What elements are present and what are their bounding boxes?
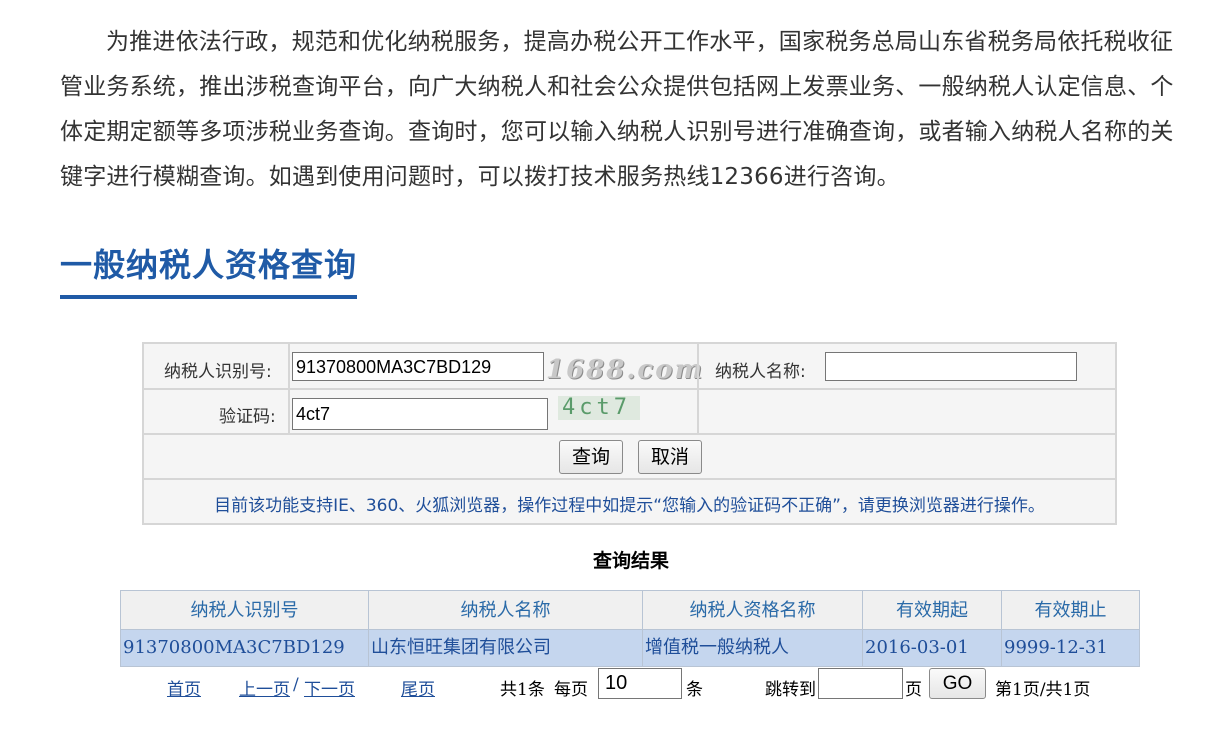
query-button[interactable]: 查询 bbox=[559, 440, 623, 474]
captcha-input[interactable]: 4ct7 bbox=[292, 398, 548, 430]
per-page-label: 每页 bbox=[554, 680, 588, 700]
page-unit: 页 bbox=[905, 680, 922, 700]
cell-valid-from: 2016-03-01 bbox=[863, 630, 1002, 666]
intro-paragraph: 为推进依法行政，规范和优化纳税服务，提高办税公开工作水平，国家税务总局山东省税务… bbox=[60, 29, 1174, 190]
total-count: 共1条 bbox=[500, 680, 545, 700]
taxpayer-name-input[interactable] bbox=[825, 352, 1077, 381]
divider bbox=[697, 344, 699, 390]
column-header: 纳税人名称 bbox=[369, 591, 643, 629]
table-header-row: 纳税人识别号 纳税人名称 纳税人资格名称 有效期起 有效期止 bbox=[121, 591, 1139, 630]
cell-valid-to: 9999-12-31 bbox=[1004, 637, 1108, 658]
table-row[interactable]: 91370800MA3C7BD129 山东恒旺集团有限公司 增值税一般纳税人 2… bbox=[121, 630, 1139, 666]
divider bbox=[288, 344, 290, 390]
pager-separator: / bbox=[293, 675, 299, 695]
form-row-buttons: 查询 取消 bbox=[144, 435, 1115, 480]
cancel-button[interactable]: 取消 bbox=[638, 440, 702, 474]
form-row-captcha: 验证码: 4ct7 4ct7 bbox=[144, 390, 1115, 435]
jump-page-input[interactable] bbox=[818, 668, 903, 699]
divider bbox=[697, 390, 699, 435]
browser-notice: 目前该功能支持IE、360、火狐浏览器，操作过程中如提示“您输入的验证码不正确”… bbox=[214, 496, 1045, 516]
divider bbox=[288, 390, 290, 435]
results-title: 查询结果 bbox=[592, 550, 669, 572]
taxpayer-id-label: 纳税人识别号: bbox=[164, 362, 272, 382]
taxpayer-name-label: 纳税人名称: bbox=[715, 362, 806, 382]
page-title: 一般纳税人资格查询 bbox=[60, 246, 358, 284]
title-underline bbox=[60, 295, 357, 299]
pagination: 首页 上一页 / 下一页 尾页 共1条 每页 10 条 跳转到 页 GO 第1页… bbox=[0, 668, 1227, 702]
cell-taxpayer-id: 91370800MA3C7BD129 bbox=[121, 630, 369, 666]
column-header: 有效期止 bbox=[1034, 600, 1107, 621]
form-row-taxpayer: 纳税人识别号: 91370800MA3C7BD129 1688.com 纳税人名… bbox=[144, 344, 1115, 390]
results-table: 纳税人识别号 纳税人名称 纳税人资格名称 有效期起 有效期止 91370800M… bbox=[120, 590, 1140, 667]
cell-taxpayer-name: 山东恒旺集团有限公司 bbox=[369, 630, 643, 666]
form-row-notice: 目前该功能支持IE、360、火狐浏览器，操作过程中如提示“您输入的验证码不正确”… bbox=[144, 480, 1115, 523]
column-header: 纳税人资格名称 bbox=[643, 591, 863, 629]
watermark-logo: 1688.com bbox=[546, 355, 705, 385]
captcha-label: 验证码: bbox=[219, 407, 276, 427]
next-page-link[interactable]: 下一页 bbox=[304, 675, 355, 700]
jump-label: 跳转到 bbox=[765, 680, 816, 700]
prev-page-link[interactable]: 上一页 bbox=[239, 675, 290, 700]
taxpayer-id-input[interactable]: 91370800MA3C7BD129 bbox=[292, 352, 544, 381]
first-page-link[interactable]: 首页 bbox=[167, 675, 201, 700]
captcha-image[interactable]: 4ct7 bbox=[558, 396, 640, 420]
column-header: 纳税人识别号 bbox=[121, 591, 369, 629]
last-page-link[interactable]: 尾页 bbox=[401, 675, 435, 700]
column-header: 有效期起 bbox=[863, 591, 1002, 629]
cell-qualification: 增值税一般纳税人 bbox=[643, 630, 863, 666]
go-button[interactable]: GO bbox=[929, 668, 986, 699]
query-form: 纳税人识别号: 91370800MA3C7BD129 1688.com 纳税人名… bbox=[142, 342, 1117, 525]
page-status: 第1页/共1页 bbox=[995, 680, 1091, 700]
per-page-unit: 条 bbox=[686, 680, 703, 700]
per-page-input[interactable]: 10 bbox=[598, 668, 682, 699]
